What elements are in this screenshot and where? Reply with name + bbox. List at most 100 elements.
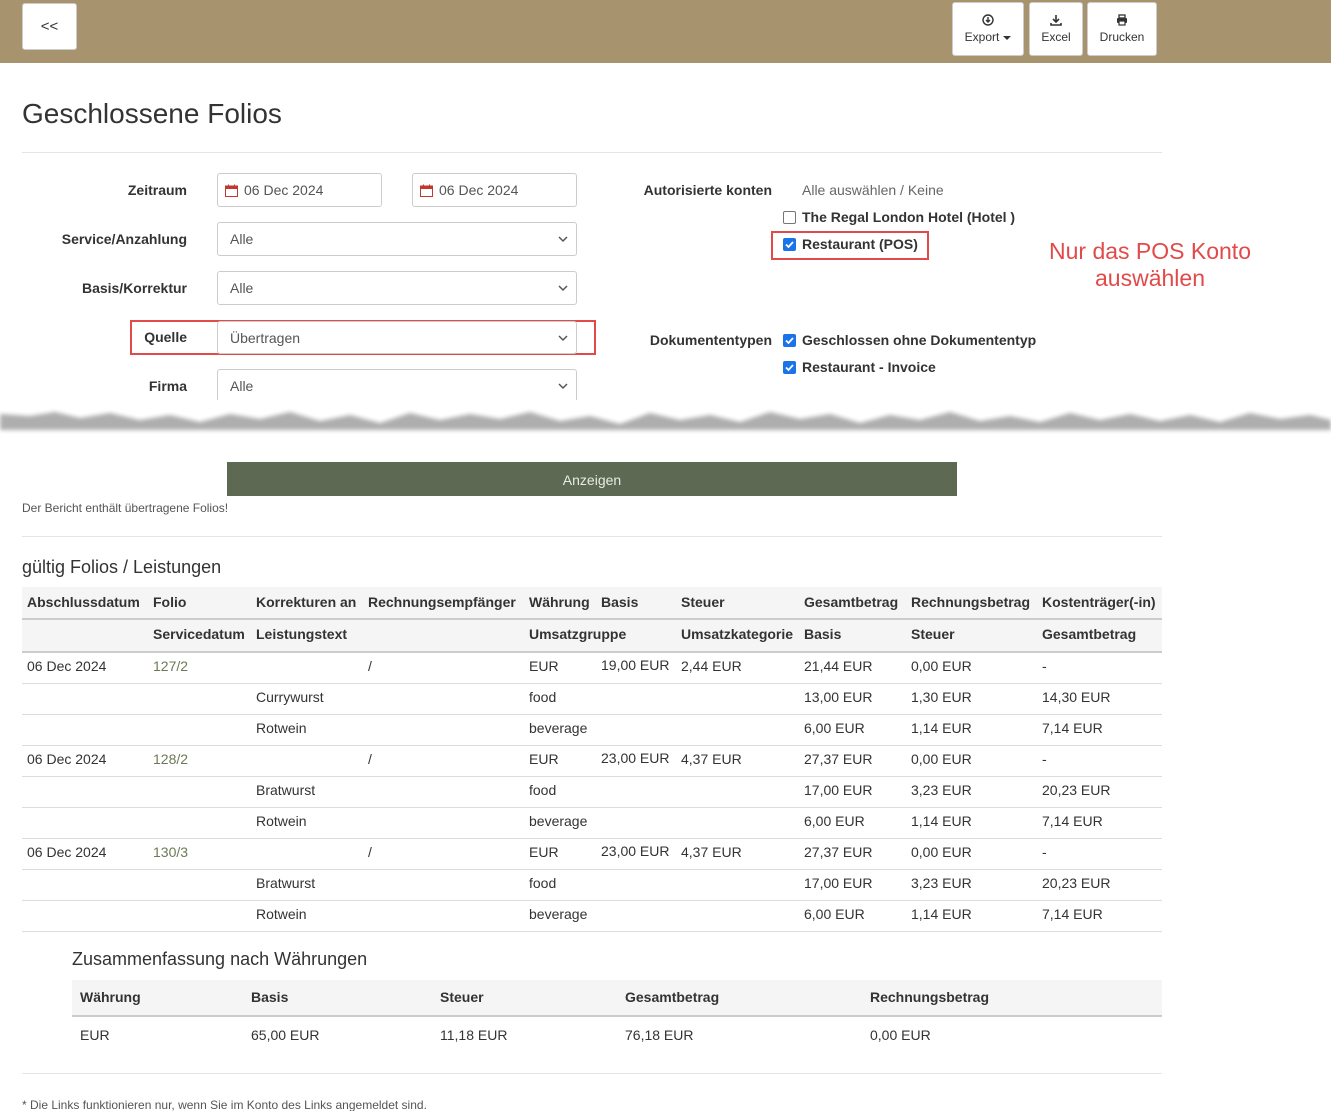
show-button-label: Anzeigen [562,472,622,488]
folio-basis: 19,00 EUR [601,657,670,673]
basis-value: Alle [230,280,254,296]
doc-type-invoice-label: Restaurant - Invoice [802,359,936,375]
konten-label: Autorisierte konten [643,182,772,198]
item-text: Bratwurst [256,875,316,891]
download-circle-icon [982,14,994,26]
date-from-value: 06 Dec 2024 [244,182,324,198]
checkmark-icon [785,364,794,372]
summary-header-tax: Steuer [440,989,484,1005]
folio-total: 27,37 EUR [804,751,873,767]
chevron-down-icon [558,285,568,292]
item-tax: 1,14 EUR [911,906,972,922]
item-group: food [529,875,557,891]
item-basis: 13,00 EUR [804,689,873,705]
service-label: Service/Anzahlung [61,231,187,247]
service-select[interactable]: Alle [217,222,577,256]
folio-invoice-amount: 0,00 EUR [911,844,972,860]
folio-tax: 4,37 EUR [681,751,742,767]
summary-invoice: 0,00 EUR [870,1027,931,1043]
account-hotel-checkbox[interactable] [783,211,796,224]
table-row-divider [22,900,1162,901]
summary-header-row [72,980,1162,1015]
export-button[interactable]: Export [952,2,1024,56]
table-row-divider [22,745,1162,746]
item-header-tax: Steuer [911,626,955,642]
firma-select[interactable]: Alle [217,369,577,403]
folio-basis: 23,00 EUR [601,843,670,859]
account-pos-checkbox[interactable] [783,238,796,251]
table-row-divider [22,776,1162,777]
item-group: beverage [529,906,588,922]
summary-header-invoice: Rechnungsbetrag [870,989,990,1005]
table-row-divider [22,869,1162,870]
excel-label: Excel [1041,30,1071,44]
calendar-icon [225,184,238,197]
firma-label: Firma [148,378,187,394]
item-header-umsatzgruppe: Umsatzgruppe [529,626,627,642]
date-to-field[interactable]: 06 Dec 2024 [412,173,577,207]
divider [22,536,1162,537]
print-label: Drucken [1099,30,1145,44]
doc-types-label: Dokumententypen [649,332,772,348]
folio-header-payer: Kostenträger(-in) [1042,594,1156,610]
folio-link[interactable]: 127/2 [153,658,188,674]
summary-total: 76,18 EUR [625,1027,694,1043]
annotation-note: Nur das POS Konto auswählen [1030,238,1270,292]
item-text: Currywurst [256,689,324,705]
folio-close-date: 06 Dec 2024 [27,658,107,674]
folio-header-recipient: Rechnungsempfänger [368,594,516,610]
doc-type-invoice-checkbox[interactable] [783,361,796,374]
summary-header-currency: Währung [80,989,141,1005]
basis-label: Basis/Korrektur [81,280,187,296]
item-tax: 1,14 EUR [911,813,972,829]
folio-link[interactable]: 130/3 [153,844,188,860]
footnote: * Die Links funktionieren nur, wenn Sie … [22,1098,427,1111]
item-basis: 17,00 EUR [804,875,873,891]
item-text: Rotwein [256,906,307,922]
account-hotel-label: The Regal London Hotel (Hotel ) [802,209,1016,225]
back-button[interactable]: << [22,3,77,50]
folio-recipient: / [368,658,372,674]
quelle-value: Übertragen [230,329,301,346]
annotation-line-1: Nur das POS Konto [1049,238,1251,264]
folio-tax: 2,44 EUR [681,658,742,674]
item-group: food [529,689,557,705]
item-text: Bratwurst [256,782,316,798]
doc-type-closed-checkbox[interactable] [783,334,796,347]
item-header-servicedatum: Servicedatum [153,626,245,642]
date-from-field[interactable]: 06 Dec 2024 [217,173,382,207]
item-tax: 1,14 EUR [911,720,972,736]
item-text: Rotwein [256,720,307,736]
select-all-link[interactable]: Alle auswählen / Keine [802,182,944,198]
folios-section-title: gültig Folios / Leistungen [22,557,222,577]
checkmark-icon [785,241,794,249]
header-divider [72,1015,1162,1017]
summary-header-total: Gesamtbetrag [625,989,720,1005]
folio-total: 21,44 EUR [804,658,873,674]
top-toolbar: << Export Excel Drucken [0,0,1331,63]
table-row-divider [22,838,1162,839]
date-to-value: 06 Dec 2024 [439,182,519,198]
folio-currency: EUR [529,844,559,860]
summary-tax: 11,18 EUR [440,1027,508,1043]
item-header-basis: Basis [804,626,842,642]
item-group: beverage [529,813,588,829]
quelle-select[interactable]: Übertragen [217,321,577,354]
basis-select[interactable]: Alle [217,271,577,305]
folio-payer: - [1042,658,1047,674]
item-total: 7,14 EUR [1042,720,1103,736]
torn-edge-divider [0,400,1331,430]
show-button[interactable]: Anzeigen [227,462,957,496]
divider [22,152,1162,153]
print-button[interactable]: Drucken [1087,2,1157,56]
excel-button[interactable]: Excel [1029,2,1083,56]
folio-recipient: / [368,844,372,860]
item-basis: 6,00 EUR [804,720,865,736]
folio-basis: 23,00 EUR [601,750,670,766]
folio-header-invoice: Rechnungsbetrag [911,594,1031,610]
checkmark-icon [785,337,794,345]
header-divider [22,651,1162,653]
folio-header-total: Gesamtbetrag [804,594,899,610]
folio-link[interactable]: 128/2 [153,751,188,767]
report-note: Der Bericht enthält übertragene Folios! [22,501,229,515]
